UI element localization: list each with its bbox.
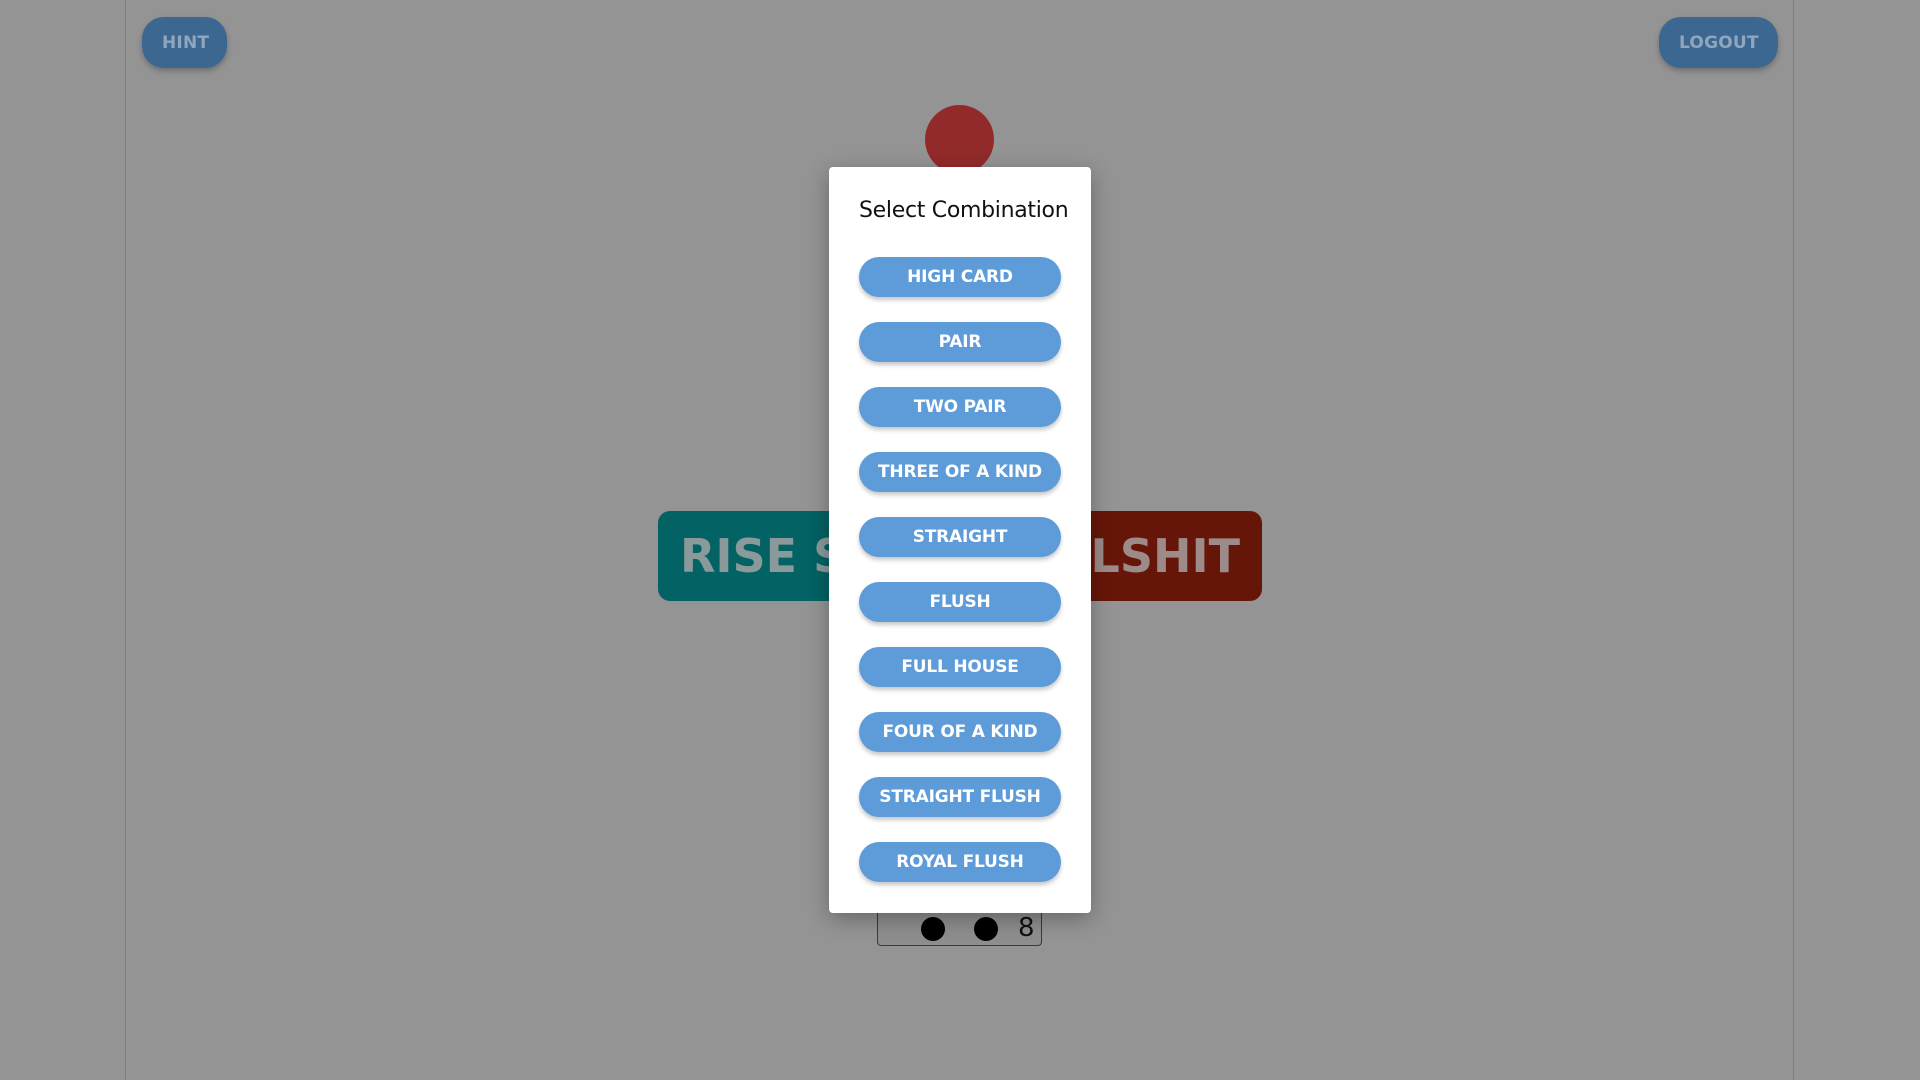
- club-pip-icon: [921, 917, 945, 941]
- dialog-title: Select Combination: [859, 198, 1069, 223]
- combo-pair-button[interactable]: PAIR: [859, 322, 1061, 362]
- combo-straight-flush-button[interactable]: STRAIGHT FLUSH: [859, 777, 1061, 817]
- combination-list: HIGH CARD PAIR TWO PAIR THREE OF A KIND …: [859, 257, 1061, 907]
- select-combination-dialog: Select Combination HIGH CARD PAIR TWO PA…: [829, 167, 1091, 913]
- combo-flush-button[interactable]: FLUSH: [859, 582, 1061, 622]
- combo-two-pair-button[interactable]: TWO PAIR: [859, 387, 1061, 427]
- player-indicator: [925, 105, 994, 174]
- hint-button[interactable]: HINT: [142, 17, 227, 68]
- club-pip-icon: [974, 917, 998, 941]
- combo-high-card-button[interactable]: HIGH CARD: [859, 257, 1061, 297]
- logout-button[interactable]: LOGOUT: [1659, 17, 1778, 68]
- combo-straight-button[interactable]: STRAIGHT: [859, 517, 1061, 557]
- combo-four-of-a-kind-button[interactable]: FOUR OF A KIND: [859, 712, 1061, 752]
- combo-full-house-button[interactable]: FULL HOUSE: [859, 647, 1061, 687]
- combo-royal-flush-button[interactable]: ROYAL FLUSH: [859, 842, 1061, 882]
- card-rank: 8: [1018, 913, 1035, 943]
- combo-three-of-a-kind-button[interactable]: THREE OF A KIND: [859, 452, 1061, 492]
